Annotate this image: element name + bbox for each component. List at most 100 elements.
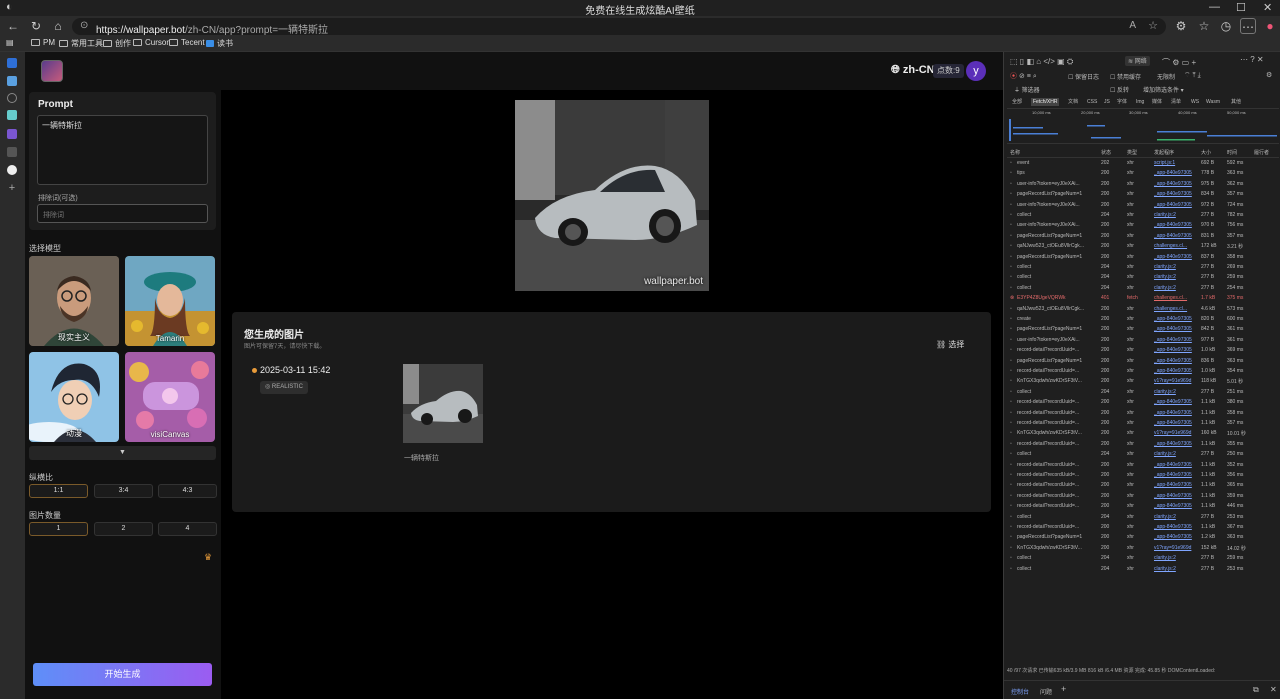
refresh-icon[interactable]: ↻ [28, 18, 44, 34]
request-initiator[interactable]: _app-840e97305 [1154, 493, 1198, 499]
request-initiator[interactable]: _app-840e97305 [1154, 534, 1198, 540]
request-initiator[interactable]: _app-840e97305 [1154, 420, 1198, 426]
clear-icon[interactable]: ⊘ [1019, 73, 1025, 80]
help-icon[interactable]: ? [1250, 55, 1254, 64]
home-icon[interactable]: ⌂ [50, 18, 66, 34]
network-row[interactable]: collect 204 xhr clarity.js:2 277 B 254 ms ▫ [1007, 284, 1279, 294]
request-initiator[interactable]: v1?ray=91e969d [1154, 378, 1198, 384]
invert-checkbox[interactable]: ☐ 反转 [1110, 85, 1129, 94]
site-info-icon[interactable]: ⊙ [80, 20, 88, 31]
address-bar[interactable]: ⊙ https://wallpaper.bot/zh-CN/app?prompt… [72, 18, 1166, 36]
image-app-icon[interactable] [7, 129, 17, 139]
search-icon[interactable]: ⌕ [1033, 73, 1037, 80]
network-row[interactable]: user-info?token=eyJ0eXAi... 200 xhr _app-84… [1007, 221, 1279, 231]
col-name[interactable]: 名称 [1010, 149, 1020, 156]
ratio-option-3-4[interactable]: 3:4 [94, 484, 153, 498]
network-row[interactable]: KnTGX3qdwh/zwKDrSF3tV... 200 xhr v1?ray=91e… [1007, 544, 1279, 554]
request-initiator[interactable]: clarity.js:2 [1154, 555, 1198, 561]
import-icon[interactable]: ⤒ [1193, 72, 1196, 79]
network-row[interactable]: E3YP4Z8UgeVQRWk 401 fetch challenges.cl... 1… [1007, 294, 1279, 304]
request-initiator[interactable]: _app-840e97305 [1154, 524, 1198, 530]
request-initiator[interactable]: clarity.js:2 [1154, 285, 1198, 291]
model-visicanvas[interactable]: visiCanvas [125, 352, 215, 442]
network-row[interactable]: record-detail?recordUuid=... 200 xhr _app-8… [1007, 419, 1279, 429]
network-row[interactable]: pageRecordList?pageNum=1 200 xhr _app-840e9… [1007, 357, 1279, 367]
maximize-icon[interactable]: ☐ [1236, 1, 1246, 14]
network-row[interactable]: record-detail?recordUuid=... 200 xhr _app-8… [1007, 398, 1279, 408]
close-icon[interactable]: ✕ [1263, 1, 1272, 14]
drawer-tab-console[interactable]: 控制台 [1011, 687, 1029, 696]
select-button[interactable]: ⛓ 选择 [936, 339, 964, 350]
request-initiator[interactable]: _app-840e97305 [1154, 503, 1198, 509]
filter-icon[interactable]: ≡ [1027, 73, 1031, 80]
type-tab-css[interactable]: CSS [1085, 98, 1099, 106]
request-initiator[interactable]: script.js:1 [1154, 160, 1198, 166]
network-row[interactable]: record-detail?recordUuid=... 200 xhr _app-8… [1007, 502, 1279, 512]
circle-icon[interactable] [7, 93, 17, 103]
generated-thumbnail[interactable] [403, 364, 483, 443]
request-initiator[interactable]: _app-840e97305 [1154, 399, 1198, 405]
grid-app-icon[interactable] [7, 147, 17, 157]
favorite-star-icon[interactable]: ☆ [1148, 19, 1158, 32]
device-icon[interactable]: ▯ [1020, 57, 1024, 66]
disable-cache-checkbox[interactable]: ☐ 禁用缓存 [1110, 72, 1141, 81]
model-anime[interactable]: 动漫 [29, 352, 119, 442]
model-tamarin[interactable]: Tamarin [125, 256, 215, 346]
network-row[interactable]: record-detail?recordUuid=... 200 xhr _app-8… [1007, 367, 1279, 377]
negative-input[interactable]: 排除词 [37, 204, 208, 223]
col-initiator[interactable]: 发起程序 [1154, 149, 1174, 156]
network-row[interactable]: collect 204 xhr clarity.js:2 277 B 269 ms ▫ [1007, 263, 1279, 273]
network-row[interactable]: collect 204 xhr clarity.js:2 277 B 253 ms ▫ [1007, 565, 1279, 575]
close-devtools-icon[interactable]: ✕ [1257, 55, 1264, 64]
network-row[interactable]: KnTGX3qdwh/zwKDrSF3tV... 200 xhr v1?ray=91e… [1007, 429, 1279, 439]
add-drawer-tab-icon[interactable]: + [1061, 684, 1066, 694]
request-initiator[interactable]: clarity.js:2 [1154, 566, 1198, 572]
elements-icon[interactable]: </> [1043, 57, 1055, 66]
type-tab-js[interactable]: JS [1102, 98, 1112, 106]
request-initiator[interactable]: _app-840e97305 [1154, 441, 1198, 447]
request-initiator[interactable]: _app-840e97305 [1154, 462, 1198, 468]
request-initiator[interactable]: _app-840e97305 [1154, 254, 1198, 260]
request-initiator[interactable]: v1?ray=91e969d [1154, 545, 1198, 551]
network-row[interactable]: user-info?token=eyJ0eXAi... 200 xhr _app-84… [1007, 336, 1279, 346]
logo[interactable] [41, 60, 63, 82]
type-tab-all[interactable]: 全部 [1010, 98, 1024, 106]
minimize-icon[interactable]: — [1209, 1, 1220, 13]
type-tab-img[interactable]: Img [1134, 98, 1146, 106]
network-row[interactable]: pageRecordList?pageNum=1 200 xhr _app-840e9… [1007, 232, 1279, 242]
preserve-log-checkbox[interactable]: ☐ 保留日志 [1068, 72, 1099, 81]
prompt-textarea[interactable]: 一辆特斯拉 [37, 115, 208, 185]
request-initiator[interactable]: _app-840e97305 [1154, 347, 1198, 353]
app-icon[interactable] [7, 110, 17, 120]
request-initiator[interactable]: _app-840e97305 [1154, 233, 1198, 239]
col-type[interactable]: 类型 [1127, 149, 1137, 156]
more-filters-dropdown[interactable]: 增加筛选条件 ▾ [1143, 85, 1184, 94]
tab-network[interactable]: ≋ 网络 [1125, 56, 1150, 66]
settings-icon[interactable]: ⚙ [1172, 58, 1179, 67]
bookmark-cursor[interactable]: Cursor [133, 38, 169, 47]
network-row[interactable]: collect 204 xhr clarity.js:2 277 B 251 ms ▫ [1007, 388, 1279, 398]
type-tab-doc[interactable]: 文档 [1066, 98, 1080, 106]
request-initiator[interactable]: _app-840e97305 [1154, 222, 1198, 228]
network-row[interactable]: collect 204 xhr clarity.js:2 277 B 259 ms ▫ [1007, 554, 1279, 564]
request-initiator[interactable]: _app-840e97305 [1154, 482, 1198, 488]
more-menu-icon[interactable]: ⋯ [1240, 18, 1256, 34]
language-switch[interactable]: 🌐︎ zh-CN [891, 64, 935, 77]
network-row[interactable]: record-detail?recordUuid=... 200 xhr _app-8… [1007, 440, 1279, 450]
application-icon[interactable]: ▭ [1182, 58, 1190, 67]
github-icon[interactable] [7, 165, 17, 175]
request-initiator[interactable]: _app-840e97305 [1154, 358, 1198, 364]
history-icon[interactable]: ◷ [1218, 18, 1234, 34]
bookmark-reading[interactable]: 读书 [206, 38, 233, 49]
request-initiator[interactable]: _app-840e97305 [1154, 326, 1198, 332]
generate-button[interactable]: 开始生成 [33, 663, 212, 686]
request-initiator[interactable]: _app-840e97305 [1154, 181, 1198, 187]
col-size[interactable]: 大小 [1201, 149, 1211, 156]
welcome-icon[interactable]: ⌂ [1036, 57, 1041, 66]
throttle-select[interactable]: 无限制 [1157, 72, 1175, 81]
network-row[interactable]: collect 204 xhr clarity.js:2 277 B 250 ms ▫ [1007, 450, 1279, 460]
request-initiator[interactable]: clarity.js:2 [1154, 212, 1198, 218]
network-conditions-icon[interactable]: ⌔ [1184, 72, 1191, 79]
network-row[interactable]: record-detail?recordUuid=... 200 xhr _app-8… [1007, 461, 1279, 471]
network-row[interactable]: pageRecordList?pageNum=1 200 xhr _app-840e9… [1007, 325, 1279, 335]
